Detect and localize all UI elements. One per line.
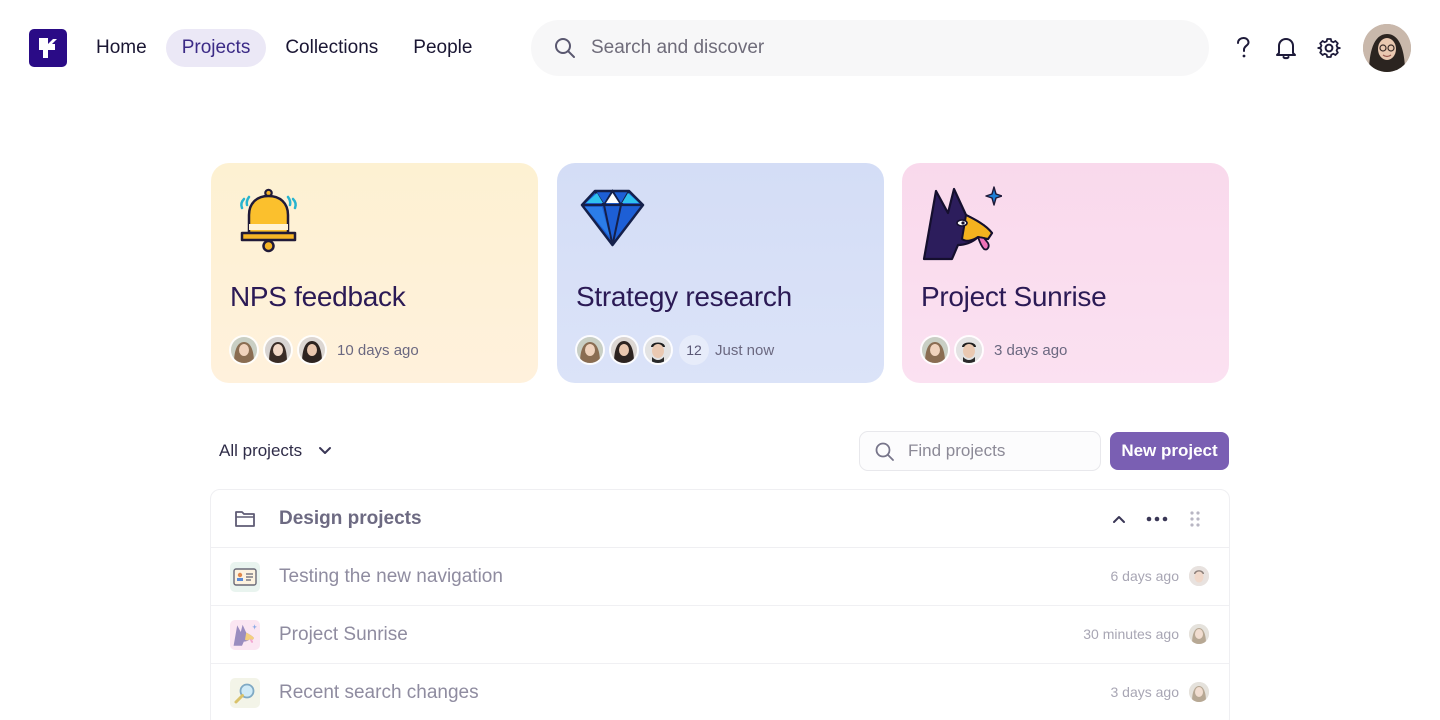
card-meta: 3 days ago: [920, 335, 1067, 365]
dog-icon: [230, 620, 260, 650]
nav-collections[interactable]: Collections: [269, 29, 394, 67]
bell-icon: [231, 185, 311, 261]
drag-handle[interactable]: [1184, 508, 1206, 530]
row-title: Recent search changes: [279, 682, 479, 703]
dog-icon: [922, 185, 1003, 261]
member-avatar: [954, 335, 984, 365]
row-title: Testing the new navigation: [279, 566, 503, 587]
card-title: Strategy research: [576, 281, 792, 312]
diamond-icon: [577, 185, 657, 261]
list-item[interactable]: Project Sunrise 30 minutes ago: [211, 606, 1229, 664]
member-avatar: [920, 335, 950, 365]
card-meta: 10 days ago: [229, 335, 419, 365]
nav-people[interactable]: People: [397, 29, 488, 67]
member-avatar: [575, 335, 605, 365]
global-search: [531, 20, 1209, 76]
group-header[interactable]: Design projects: [211, 490, 1229, 548]
card-time: 3 days ago: [994, 341, 1068, 359]
folder-icon: [235, 511, 255, 527]
chevron-up-icon: [1113, 516, 1125, 523]
app-logo[interactable]: [29, 29, 67, 67]
settings-button[interactable]: [1315, 34, 1343, 62]
row-title: Project Sunrise: [279, 624, 408, 645]
card-title: Project Sunrise: [921, 281, 1107, 312]
member-avatar: [643, 335, 673, 365]
project-card-project-sunrise[interactable]: Project Sunrise 3 days ago: [902, 163, 1229, 383]
card-meta: 12 Just now: [575, 335, 774, 365]
member-avatar: [297, 335, 327, 365]
more-options-button[interactable]: [1146, 508, 1168, 530]
user-avatar[interactable]: [1363, 24, 1411, 72]
drag-handle-icon: [1190, 511, 1200, 527]
member-avatar: [229, 335, 259, 365]
row-time: 30 minutes ago: [1083, 626, 1179, 642]
project-group-list: Design projects Testing the new navigati…: [210, 489, 1230, 720]
chevron-down-icon: [319, 447, 332, 454]
member-avatar: [263, 335, 293, 365]
gear-icon: [1317, 38, 1341, 58]
group-title: Design projects: [279, 508, 422, 529]
search-icon: [555, 38, 575, 58]
search-icon: [875, 442, 894, 461]
find-projects: [859, 431, 1101, 471]
help-icon: [1237, 36, 1250, 58]
bell-icon: [1276, 38, 1296, 60]
notifications-button[interactable]: [1272, 34, 1300, 62]
nav-projects[interactable]: Projects: [165, 29, 267, 67]
card-time: Just now: [715, 341, 775, 359]
owner-avatar: [1189, 566, 1209, 586]
collapse-button[interactable]: [1108, 508, 1130, 530]
find-projects-input[interactable]: [908, 432, 1093, 470]
top-bar: Home Projects Collections People: [0, 0, 1440, 96]
help-button[interactable]: [1229, 34, 1257, 62]
more-horizontal-icon: [1146, 516, 1168, 522]
main-nav: Home Projects Collections People: [80, 29, 491, 67]
row-time: 3 days ago: [1110, 684, 1180, 700]
search-input[interactable]: [591, 20, 1191, 76]
id-card-icon: [230, 562, 260, 592]
new-project-button[interactable]: New project: [1110, 432, 1229, 470]
filter-label: All projects: [219, 441, 303, 460]
row-time: 6 days ago: [1110, 568, 1180, 584]
project-card-strategy-research[interactable]: Strategy research 12 Just now: [557, 163, 884, 383]
card-title: NPS feedback: [230, 281, 406, 312]
magnifier-icon: [230, 678, 260, 708]
member-count-badge: 12: [679, 335, 709, 365]
owner-avatar: [1189, 682, 1209, 702]
project-card-nps-feedback[interactable]: NPS feedback 10 days ago: [211, 163, 538, 383]
user-avatar-image: [1363, 24, 1411, 72]
logo-icon: [39, 38, 57, 58]
list-item[interactable]: Testing the new navigation 6 days ago: [211, 548, 1229, 606]
nav-home[interactable]: Home: [80, 29, 163, 67]
owner-avatar: [1189, 624, 1209, 644]
card-time: 10 days ago: [337, 341, 419, 359]
projects-filter-dropdown[interactable]: All projects: [219, 436, 332, 466]
member-avatar: [609, 335, 639, 365]
list-item[interactable]: Recent search changes 3 days ago: [211, 664, 1229, 720]
